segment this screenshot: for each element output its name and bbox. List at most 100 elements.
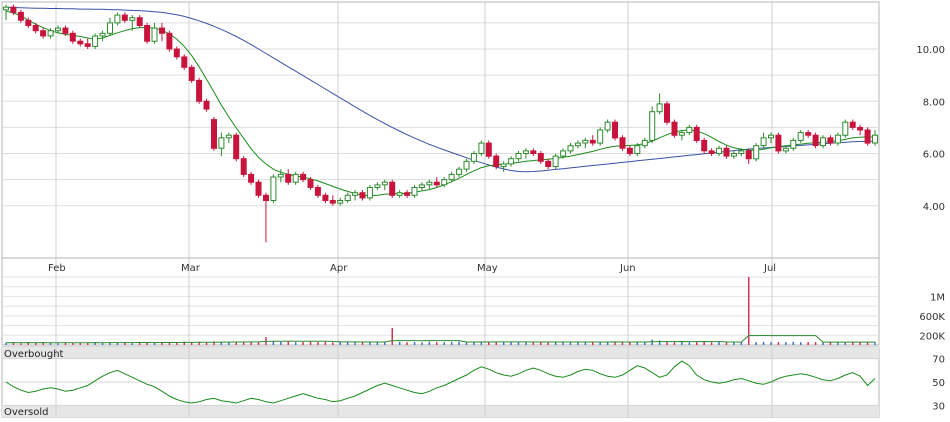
volume-bar bbox=[874, 342, 876, 345]
candlestick bbox=[493, 153, 500, 170]
candlestick bbox=[389, 179, 396, 198]
candle-body bbox=[872, 134, 878, 144]
candle-body bbox=[693, 126, 700, 142]
month-label: Mar bbox=[181, 263, 201, 274]
candlestick bbox=[255, 179, 262, 198]
candle-body bbox=[597, 129, 604, 144]
volume-bar bbox=[317, 342, 319, 345]
volume-bar bbox=[517, 342, 520, 345]
candlestick bbox=[864, 127, 871, 146]
candle-body bbox=[263, 194, 269, 202]
volume-bar bbox=[376, 342, 379, 345]
volume-bar bbox=[228, 342, 230, 345]
volume-bar bbox=[666, 341, 668, 345]
candle-body bbox=[3, 6, 9, 11]
month-label: Jun bbox=[619, 263, 636, 274]
candle-body bbox=[211, 119, 217, 149]
candle-body bbox=[404, 192, 411, 196]
candlestick bbox=[693, 124, 700, 144]
volume-bar bbox=[294, 342, 297, 345]
candlestick bbox=[812, 132, 819, 149]
candlestick bbox=[181, 54, 188, 70]
candle-body bbox=[619, 137, 626, 149]
candle-body bbox=[857, 126, 864, 131]
candle-body bbox=[270, 176, 277, 201]
candle-body bbox=[790, 139, 797, 149]
volume-bar bbox=[673, 342, 676, 345]
candlestick bbox=[701, 137, 708, 154]
oscillator-tick-label: 30 bbox=[932, 401, 945, 412]
candle-body bbox=[114, 14, 121, 24]
chart-canvas: 10.00 8.00 6.00 4.00 Feb Mar Apr May Jun Jul 1M 6… bbox=[0, 0, 950, 418]
candlestick bbox=[270, 174, 277, 204]
candlestick bbox=[842, 119, 849, 138]
volume-bar bbox=[406, 342, 408, 345]
volume-bar bbox=[777, 342, 780, 345]
volume-bar bbox=[755, 342, 757, 345]
month-axis: Feb Mar Apr May Jun Jul bbox=[1, 257, 880, 278]
candle-body bbox=[196, 79, 203, 102]
volume-bar bbox=[280, 341, 282, 345]
candlestick bbox=[166, 30, 173, 52]
candle-body bbox=[55, 27, 61, 32]
volume-bar bbox=[369, 342, 371, 345]
volume-bar bbox=[592, 342, 594, 345]
volume-bar bbox=[116, 342, 119, 345]
volume-bar bbox=[681, 341, 683, 345]
candle-body bbox=[17, 11, 24, 21]
candle-body bbox=[820, 137, 826, 147]
candle-body bbox=[359, 192, 366, 199]
candle-body bbox=[500, 163, 507, 168]
candle-body bbox=[151, 27, 158, 42]
candle-body bbox=[560, 150, 567, 157]
candle-body bbox=[69, 32, 76, 42]
candle-body bbox=[701, 139, 708, 152]
candle-body bbox=[233, 134, 240, 160]
candlestick bbox=[211, 116, 217, 151]
candle-body bbox=[782, 147, 789, 152]
candle-body bbox=[567, 145, 574, 152]
volume-bar bbox=[339, 342, 341, 345]
volume-bar bbox=[822, 342, 824, 345]
volume-bar bbox=[554, 342, 557, 345]
volume-bar bbox=[421, 342, 423, 345]
candlestick bbox=[597, 127, 604, 146]
candle-body bbox=[656, 103, 663, 113]
candle-body bbox=[292, 173, 299, 183]
candle-body bbox=[456, 168, 463, 175]
candle-body bbox=[129, 17, 136, 21]
volume-bar bbox=[57, 343, 59, 345]
month-label: May bbox=[477, 263, 498, 274]
candle-body bbox=[107, 22, 113, 34]
candle-body bbox=[10, 6, 17, 13]
candlestick bbox=[233, 132, 240, 162]
candle-body bbox=[678, 132, 685, 136]
volume-bar bbox=[807, 342, 809, 345]
volume-bar bbox=[703, 342, 705, 345]
candlestick bbox=[775, 132, 782, 154]
candle-body bbox=[604, 121, 611, 131]
volume-bar bbox=[87, 343, 89, 345]
candle-body bbox=[522, 150, 529, 154]
volume-bar bbox=[785, 342, 787, 345]
candle-body bbox=[426, 181, 433, 186]
volume-bar bbox=[391, 328, 393, 345]
candle-body bbox=[248, 173, 255, 183]
candle-body bbox=[218, 137, 225, 149]
volume-bar bbox=[488, 342, 490, 345]
candle-body bbox=[225, 134, 232, 139]
stock-chart: 10.00 8.00 6.00 4.00 Feb Mar Apr May Jun Jul 1M 6… bbox=[0, 0, 950, 418]
volume-bar bbox=[287, 341, 289, 345]
volume-tick-label: 600K bbox=[919, 312, 945, 323]
candle-body bbox=[827, 137, 834, 144]
candle-body bbox=[77, 40, 84, 45]
candle-body bbox=[463, 160, 470, 170]
volume-bar bbox=[398, 341, 401, 345]
candle-body bbox=[730, 153, 737, 157]
volume-bar bbox=[688, 342, 691, 345]
candlestick bbox=[144, 22, 151, 44]
volume-bar bbox=[814, 342, 817, 345]
candle-body bbox=[99, 32, 106, 37]
volume-bar bbox=[324, 341, 327, 345]
candle-body bbox=[493, 155, 500, 168]
